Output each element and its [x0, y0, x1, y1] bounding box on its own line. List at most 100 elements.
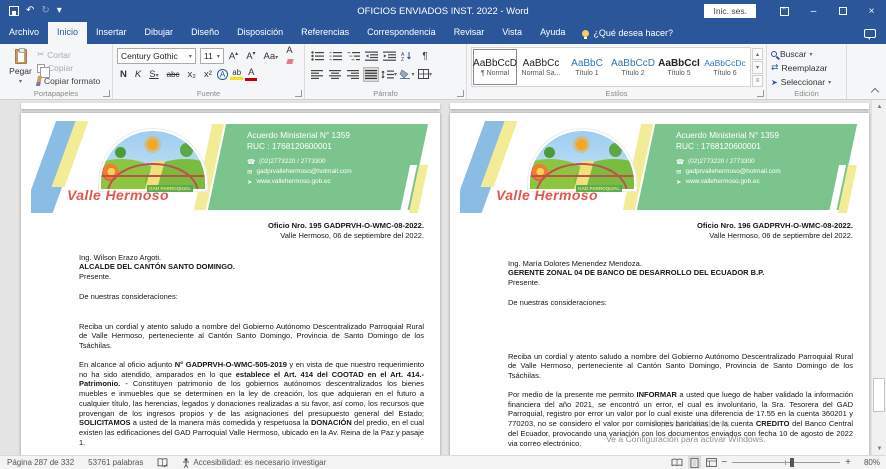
- redo-icon[interactable]: ↻: [41, 6, 49, 16]
- customize-qat-icon[interactable]: ▾: [57, 6, 62, 16]
- tab-referencias[interactable]: Referencias: [292, 22, 358, 44]
- letterhead: Valle Hermoso GAD PARROQUIAL Acuerdo Min…: [460, 121, 859, 213]
- replace-icon: ⇄: [771, 63, 779, 73]
- sign-in-button[interactable]: Inic. ses.: [704, 4, 756, 18]
- close-button[interactable]: ×: [857, 0, 886, 22]
- scroll-up-icon[interactable]: ▲: [872, 100, 886, 113]
- bullets-button[interactable]: [309, 49, 325, 64]
- tab-disposicion[interactable]: Disposición: [228, 22, 292, 44]
- line-spacing-button[interactable]: ▾: [381, 67, 397, 82]
- italic-button[interactable]: K: [132, 69, 144, 80]
- cut-button[interactable]: ✂ Cortar: [37, 49, 100, 61]
- text-effects-button[interactable]: A: [217, 69, 228, 80]
- print-layout-button[interactable]: [690, 458, 699, 468]
- style-titulo-2[interactable]: AaBbCcD Título 2: [611, 49, 655, 85]
- decrease-indent-button[interactable]: [363, 49, 379, 64]
- style-name: ¶ Normal: [481, 70, 509, 77]
- scroll-down-icon[interactable]: ▼: [872, 442, 886, 455]
- tab-dibujar[interactable]: Dibujar: [136, 22, 183, 44]
- styles-group-label: Estilos: [467, 89, 766, 98]
- grow-font-button[interactable]: A: [226, 50, 241, 62]
- tab-insertar[interactable]: Insertar: [87, 22, 136, 44]
- tab-vista[interactable]: Vista: [493, 22, 531, 44]
- document-page-1[interactable]: Valle Hermoso GAD PARROQUIAL Acuerdo Min…: [21, 113, 440, 455]
- clipboard-dialog-launcher[interactable]: [103, 90, 110, 97]
- styles-scroll-up-icon[interactable]: ▴: [752, 48, 763, 60]
- shrink-font-button[interactable]: A: [243, 50, 258, 62]
- zoom-out-button[interactable]: −: [721, 457, 727, 468]
- zoom-percentage[interactable]: 80%: [856, 458, 880, 467]
- underline-button[interactable]: S▾: [146, 69, 161, 80]
- zoom-in-button[interactable]: +: [845, 457, 851, 468]
- tab-ayuda[interactable]: Ayuda: [531, 22, 574, 44]
- align-center-button[interactable]: [327, 67, 343, 82]
- style-normal[interactable]: AaBbCcD ¶ Normal: [473, 49, 517, 85]
- paste-button[interactable]: Pegar ▾: [4, 47, 37, 87]
- recipient-name: Ing. Wilson Erazo Argoti.: [79, 253, 424, 263]
- vertical-scrollbar[interactable]: ▲ ▼: [871, 100, 886, 455]
- paragraph-dialog-launcher[interactable]: [457, 90, 464, 97]
- style-titulo-6[interactable]: AaBbCcDc Título 6: [703, 49, 747, 85]
- comments-icon[interactable]: [864, 29, 876, 38]
- styles-more-icon[interactable]: ≡: [752, 75, 763, 87]
- font-color-button[interactable]: A: [245, 67, 257, 81]
- tab-correspondencia[interactable]: Correspondencia: [358, 22, 445, 44]
- styles-scroll-down-icon[interactable]: ▾: [752, 61, 763, 73]
- borders-button[interactable]: ▾: [417, 67, 433, 82]
- ribbon-display-options-button[interactable]: [770, 0, 799, 22]
- align-left-button[interactable]: [309, 67, 325, 82]
- find-button[interactable]: Buscar ▾: [771, 47, 843, 61]
- multilevel-list-button[interactable]: [345, 49, 361, 64]
- web-layout-button[interactable]: [706, 458, 717, 467]
- justify-button[interactable]: [363, 67, 379, 82]
- style-titulo-5[interactable]: AaBbCcI Título 5: [657, 49, 701, 85]
- document-canvas[interactable]: Valle Hermoso GAD PARROQUIAL Acuerdo Min…: [0, 100, 886, 455]
- align-right-button[interactable]: [345, 67, 361, 82]
- replace-button[interactable]: ⇄ Reemplazar: [771, 61, 843, 75]
- font-size-combo[interactable]: 11 ▾: [200, 48, 224, 64]
- tab-inicio[interactable]: Inicio: [48, 22, 87, 44]
- save-icon[interactable]: [9, 6, 19, 16]
- proofing-book-icon: [157, 458, 168, 468]
- font-name-combo[interactable]: Century Gothic ▾: [117, 48, 196, 64]
- show-marks-button[interactable]: ¶: [417, 49, 433, 64]
- email-icon: ✉: [247, 167, 252, 177]
- strikethrough-button[interactable]: abc: [164, 70, 183, 79]
- page-indicator[interactable]: Página 287 de 332: [0, 458, 81, 467]
- shading-button[interactable]: ▾: [399, 67, 415, 82]
- subscript-button[interactable]: x₂: [184, 69, 198, 80]
- restore-button[interactable]: [828, 0, 857, 22]
- accessibility-status[interactable]: Accesibilidad: es necesario investigar: [175, 458, 333, 468]
- undo-icon[interactable]: ↶: [26, 6, 34, 16]
- style-sample: AaBbC: [571, 58, 603, 69]
- styles-dialog-launcher[interactable]: [757, 90, 764, 97]
- select-button[interactable]: ➤ Seleccionar ▾: [771, 75, 843, 89]
- increase-indent-button[interactable]: [381, 49, 397, 64]
- font-dialog-launcher[interactable]: [295, 90, 302, 97]
- tell-me-box[interactable]: ¿Qué desea hacer?: [574, 22, 681, 44]
- zoom-slider[interactable]: [732, 462, 840, 463]
- change-case-button[interactable]: Aa▾: [261, 51, 282, 62]
- tab-diseno[interactable]: Diseño: [182, 22, 228, 44]
- minimize-button[interactable]: –: [799, 0, 828, 22]
- collapse-ribbon-icon[interactable]: [871, 88, 879, 96]
- sort-button[interactable]: AZ: [399, 49, 415, 64]
- word-count[interactable]: 53761 palabras: [81, 458, 150, 467]
- tab-revisar[interactable]: Revisar: [445, 22, 494, 44]
- tab-archivo[interactable]: Archivo: [0, 22, 48, 44]
- font-group-label: Fuente: [113, 89, 304, 98]
- superscript-button[interactable]: x²: [201, 69, 215, 80]
- copy-button[interactable]: Copiar: [37, 62, 100, 74]
- highlight-color-button[interactable]: ab: [230, 68, 243, 80]
- clear-formatting-button[interactable]: A: [283, 45, 301, 67]
- document-page-2[interactable]: Valle Hermoso GAD PARROQUIAL Acuerdo Min…: [450, 113, 869, 455]
- style-normal-sa[interactable]: AaBbCc Normal Sa...: [519, 49, 563, 85]
- scrollbar-thumb[interactable]: [873, 378, 885, 412]
- proofing-status[interactable]: [150, 458, 175, 468]
- style-titulo-1[interactable]: AaBbC Título 1: [565, 49, 609, 85]
- group-font: Century Gothic ▾ 11 ▾ A A Aa▾ A N K S▾ a…: [113, 44, 305, 99]
- numbering-button[interactable]: [327, 49, 343, 64]
- bold-button[interactable]: N: [117, 69, 130, 80]
- zoom-slider-thumb[interactable]: [790, 458, 794, 467]
- read-mode-button[interactable]: [671, 458, 683, 467]
